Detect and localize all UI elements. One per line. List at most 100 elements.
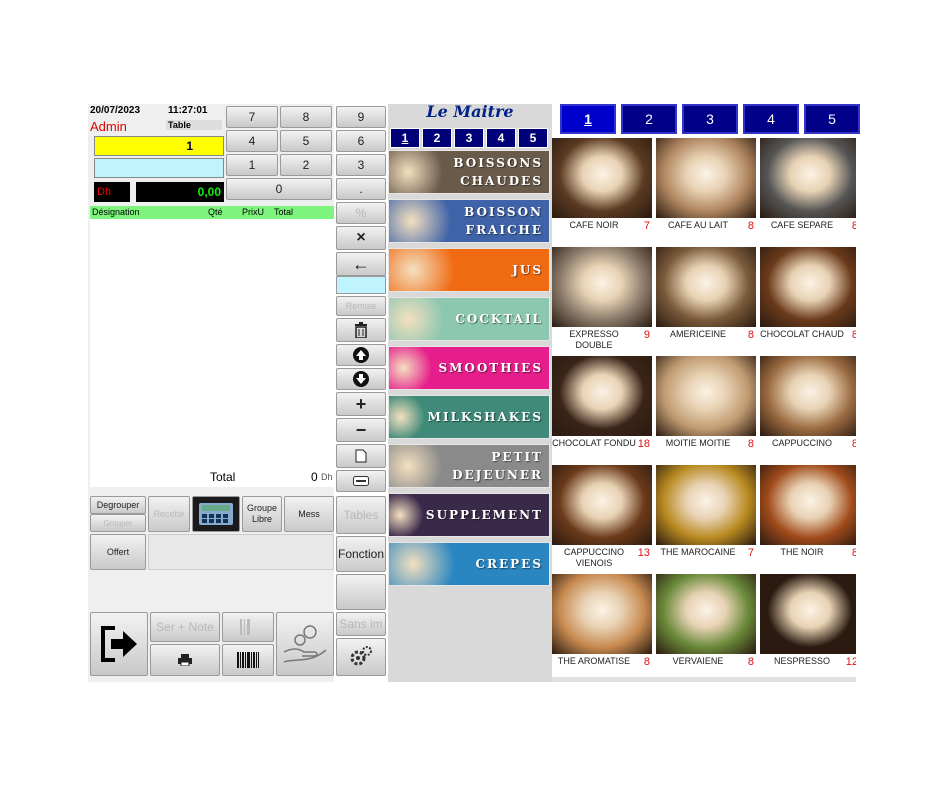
drawer-button[interactable] <box>222 612 274 642</box>
category-image <box>389 298 456 340</box>
remise-button[interactable]: Remise <box>336 296 386 316</box>
page-tab-2[interactable]: 2 <box>621 104 677 134</box>
move-up-button[interactable] <box>336 344 386 366</box>
degrouper-button[interactable]: Degrouper <box>90 496 146 514</box>
backspace-button[interactable]: ← <box>336 252 386 276</box>
category-button-6[interactable]: PETIT DEJEUNER <box>388 444 550 488</box>
key-0[interactable]: 0 <box>226 178 332 200</box>
minus-box-button[interactable] <box>336 470 386 492</box>
category-image <box>389 347 439 389</box>
product-tile[interactable]: CAPPUCCINO VIENOIS 13 <box>552 465 654 573</box>
chocolate-glasses-icon <box>552 356 652 436</box>
groupe-libre-button[interactable]: Groupe Libre <box>242 496 282 532</box>
product-tile[interactable]: CAFE NOIR 7 <box>552 138 654 246</box>
key-9[interactable]: 9 <box>336 106 386 128</box>
product-tile[interactable]: CAFE SEPARE 8 <box>760 138 856 246</box>
key-2[interactable]: 2 <box>280 154 332 176</box>
recette-button[interactable]: Recette <box>148 496 190 532</box>
offert-button[interactable]: Offert <box>90 534 146 570</box>
category-button-1[interactable]: BOISSON FRAICHE <box>388 199 550 243</box>
key-4[interactable]: 4 <box>226 130 278 152</box>
page-tab-4[interactable]: 4 <box>743 104 799 134</box>
category-tab-5[interactable]: 5 <box>518 128 548 148</box>
product-name: THE NOIR <box>780 547 824 557</box>
sans-im-button[interactable]: Sans im <box>336 612 386 636</box>
key-5[interactable]: 5 <box>280 130 332 152</box>
product-tile[interactable]: CAPPUCCINO 8 <box>760 356 856 464</box>
product-tile[interactable]: MOITIE MOITIE 8 <box>656 356 758 464</box>
grouper-button[interactable]: Grouper <box>90 514 146 532</box>
category-button-5[interactable]: MILKSHAKES <box>388 395 550 439</box>
product-tile[interactable]: CHOCOLAT CHAUD 8 <box>760 247 856 355</box>
product-tile[interactable]: THE AROMATISE 8 <box>552 574 654 682</box>
product-price: 18 <box>637 438 650 450</box>
product-tile[interactable]: CAFE AU LAIT 8 <box>656 138 758 246</box>
total-label: Total <box>210 470 236 484</box>
ser-note-button[interactable]: Ser + Note <box>150 612 220 642</box>
product-tile[interactable]: THE NOIR 8 <box>760 465 856 573</box>
calculator-button[interactable] <box>192 496 240 532</box>
print-button[interactable] <box>150 644 220 676</box>
product-tile[interactable]: AMERICEINE 8 <box>656 247 758 355</box>
key-3[interactable]: 3 <box>336 154 386 176</box>
category-image <box>389 543 469 585</box>
ticket-lines[interactable] <box>90 219 334 487</box>
mess-button[interactable]: Mess <box>284 496 334 532</box>
category-tab-2[interactable]: 2 <box>422 128 452 148</box>
product-tile[interactable]: NESPRESSO 12 <box>760 574 856 682</box>
blank-side-button[interactable] <box>336 574 386 610</box>
tables-button[interactable]: Tables <box>336 496 386 534</box>
settings-button[interactable] <box>336 638 386 676</box>
barcode-button[interactable] <box>222 644 274 676</box>
key-6[interactable]: 6 <box>336 130 386 152</box>
table-number-field[interactable]: 1 <box>94 136 224 156</box>
product-name: MOITIE MOITIE <box>665 438 731 448</box>
delete-char-button[interactable]: × <box>336 226 386 250</box>
user-label: Admin <box>90 119 127 134</box>
category-button-4[interactable]: SMOOTHIES <box>388 346 550 390</box>
category-button-8[interactable]: CREPES <box>388 542 550 586</box>
info-area <box>148 534 334 570</box>
total-unit: Dh <box>321 472 333 482</box>
fonction-button[interactable]: Fonction <box>336 536 386 572</box>
category-button-2[interactable]: JUS <box>388 248 550 292</box>
product-name: CHOCOLAT CHAUD <box>760 329 844 339</box>
category-tab-3[interactable]: 3 <box>454 128 484 148</box>
arrow-down-circle-icon <box>353 371 369 387</box>
col-qte: Qté <box>208 207 223 217</box>
table-label: Table <box>166 120 222 130</box>
category-tab-4[interactable]: 4 <box>486 128 516 148</box>
product-tile[interactable]: EXPRESSO DOUBLE 9 <box>552 247 654 355</box>
ticket-header: Désignation Qté PrixU Total <box>90 206 334 219</box>
tea-glasses-icon <box>656 465 756 545</box>
product-name: CAFE SEPARE <box>770 220 834 230</box>
page-tab-5[interactable]: 5 <box>804 104 860 134</box>
category-button-7[interactable]: SUPPLEMENT <box>388 493 550 537</box>
product-tile[interactable]: CHOCOLAT FONDU 18 <box>552 356 654 464</box>
col-total: Total <box>274 207 294 217</box>
note-button[interactable] <box>336 444 386 468</box>
page-tab-3[interactable]: 3 <box>682 104 738 134</box>
category-tab-1[interactable]: 1 <box>390 128 420 148</box>
quantity-plus-button[interactable]: + <box>336 392 386 416</box>
remise-field[interactable] <box>336 276 386 294</box>
payment-button[interactable] <box>276 612 334 676</box>
page-tab-1[interactable]: 1 <box>560 104 616 134</box>
move-down-button[interactable] <box>336 368 386 390</box>
key-7[interactable]: 7 <box>226 106 278 128</box>
key-dot[interactable]: . <box>336 178 386 200</box>
category-button-3[interactable]: COCKTAIL <box>388 297 550 341</box>
key-8[interactable]: 8 <box>280 106 332 128</box>
category-image <box>389 151 454 193</box>
exit-button[interactable] <box>90 612 148 676</box>
key-1[interactable]: 1 <box>226 154 278 176</box>
trash-button[interactable] <box>336 318 386 342</box>
quantity-minus-button[interactable]: − <box>336 418 386 442</box>
category-button-0[interactable]: BOISSONS CHAUDES <box>388 150 550 194</box>
percent-button[interactable]: % <box>336 202 386 224</box>
tea-cups-icon <box>552 574 652 654</box>
input-field[interactable] <box>94 158 224 178</box>
product-tile[interactable]: THE MAROCAINE 7 <box>656 465 758 573</box>
product-tile[interactable]: VERVAIENE 8 <box>656 574 758 682</box>
latte-art-icon <box>656 356 756 436</box>
